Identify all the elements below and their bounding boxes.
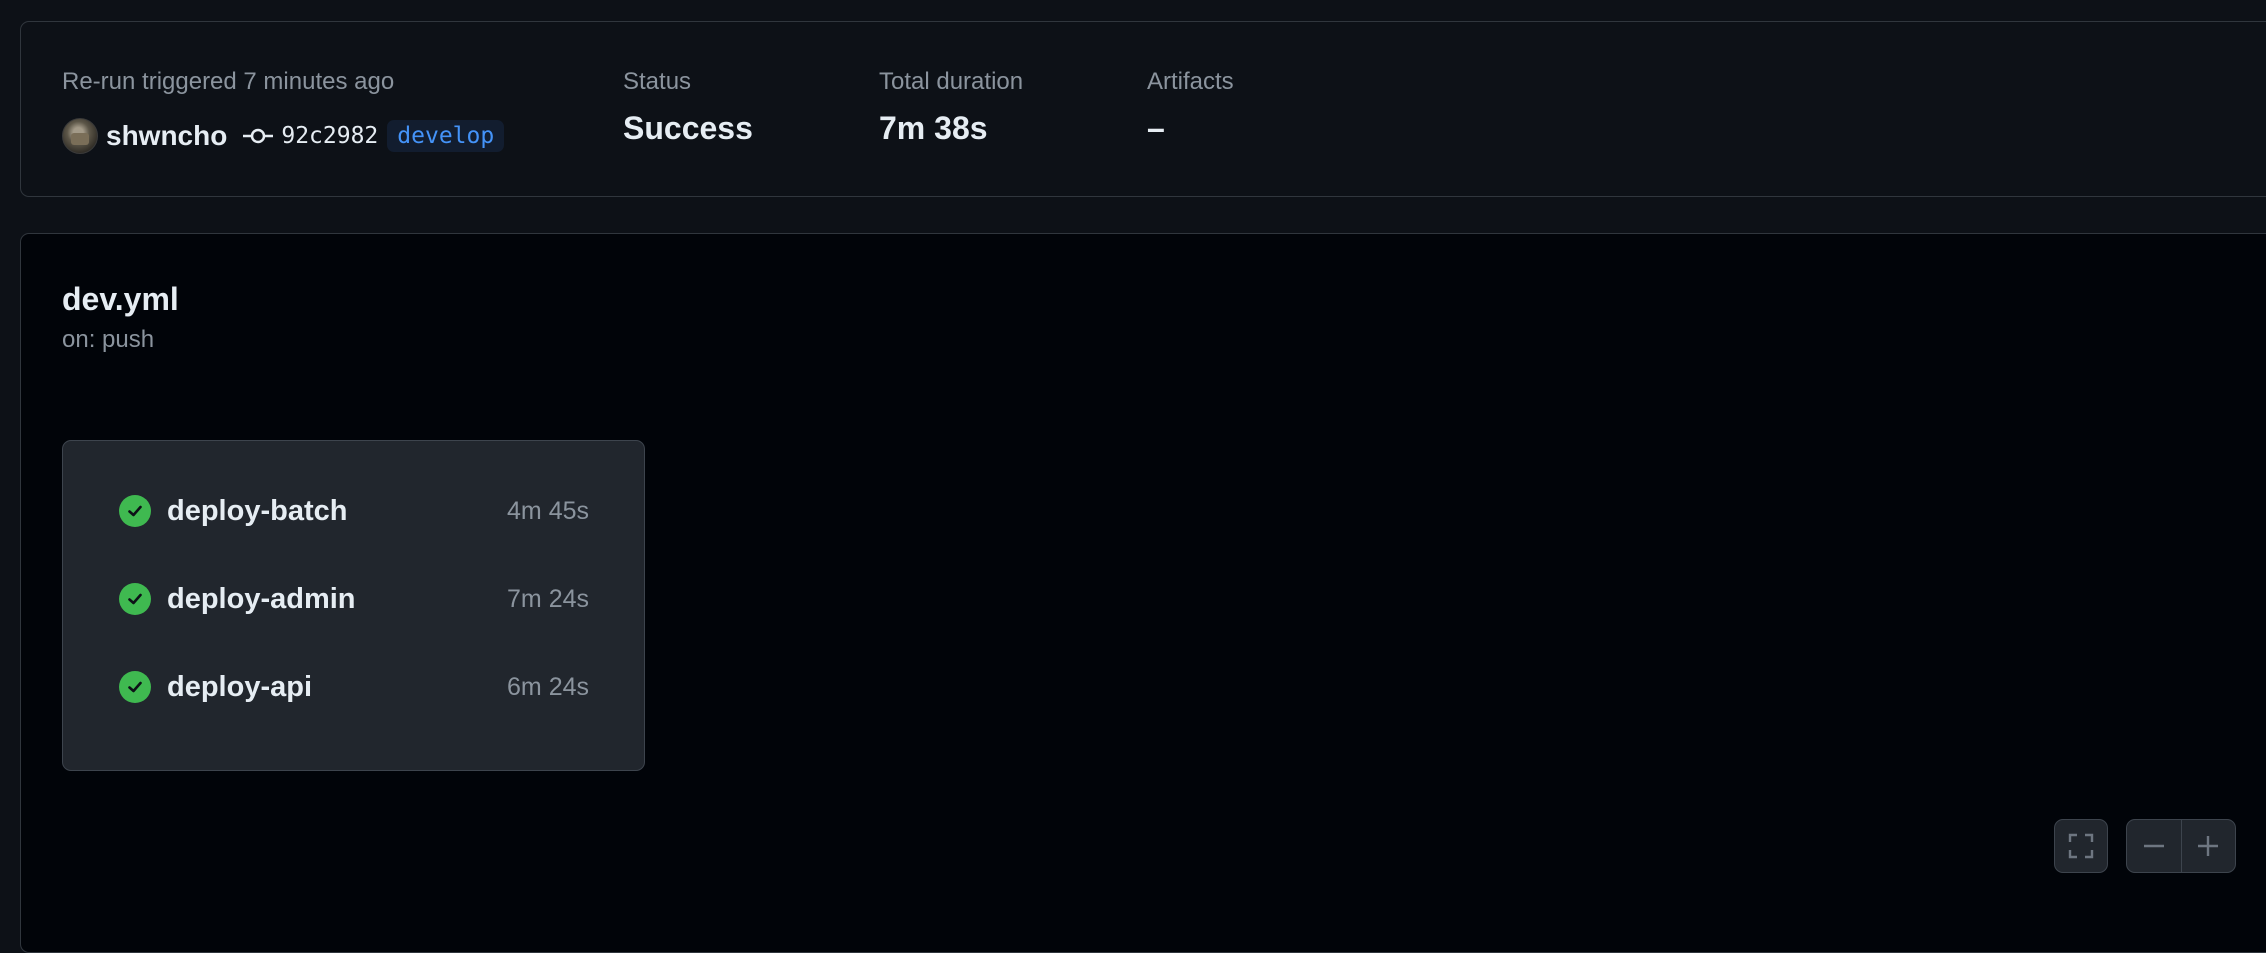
job-deploy-admin[interactable]: deploy-admin 7m 24s (119, 579, 589, 619)
jobs-card: deploy-batch 4m 45s deploy-admin 7m 24s … (62, 440, 645, 771)
workflow-name: dev.yml (62, 281, 179, 317)
trigger-details: shwncho 92c2982 develop (62, 116, 505, 156)
plus-icon (2198, 836, 2219, 856)
artifacts-label: Artifacts (1147, 68, 1234, 95)
job-duration: 6m 24s (507, 672, 589, 701)
workflow-trigger: on: push (62, 326, 155, 353)
zoom-out-button[interactable] (2127, 820, 2181, 872)
job-deploy-api[interactable]: deploy-api 6m 24s (119, 667, 589, 707)
trigger-label: Re-run triggered 7 minutes ago (62, 68, 395, 95)
duration-label: Total duration (879, 68, 1024, 95)
workflow-graph: dev.yml on: push deploy-batch 4m 45s dep… (20, 233, 2266, 953)
duration-value: 7m 38s (879, 110, 988, 146)
job-name: deploy-admin (167, 582, 356, 615)
zoom-controls (2126, 819, 2236, 873)
job-deploy-batch[interactable]: deploy-batch 4m 45s (119, 491, 589, 531)
success-check-icon (119, 671, 151, 703)
fullscreen-icon (2068, 833, 2094, 859)
job-duration: 4m 45s (507, 496, 589, 525)
job-name: deploy-batch (167, 494, 348, 527)
zoom-in-button[interactable] (2181, 820, 2235, 872)
commit-sha-link[interactable]: 92c2982 (281, 123, 378, 149)
job-duration: 7m 24s (507, 584, 589, 613)
status-value: Success (623, 110, 753, 146)
artifacts-value: – (1147, 110, 1165, 146)
success-check-icon (119, 495, 151, 527)
branch-badge[interactable]: develop (387, 120, 505, 152)
job-name: deploy-api (167, 670, 313, 703)
minus-icon (2143, 844, 2164, 848)
avatar[interactable] (62, 118, 98, 154)
success-check-icon (119, 583, 151, 615)
fullscreen-button[interactable] (2054, 819, 2108, 873)
commit-icon (243, 128, 274, 144)
run-summary: Re-run triggered 7 minutes ago shwncho 9… (20, 21, 2266, 197)
status-label: Status (623, 68, 692, 95)
actor-link[interactable]: shwncho (106, 120, 227, 152)
